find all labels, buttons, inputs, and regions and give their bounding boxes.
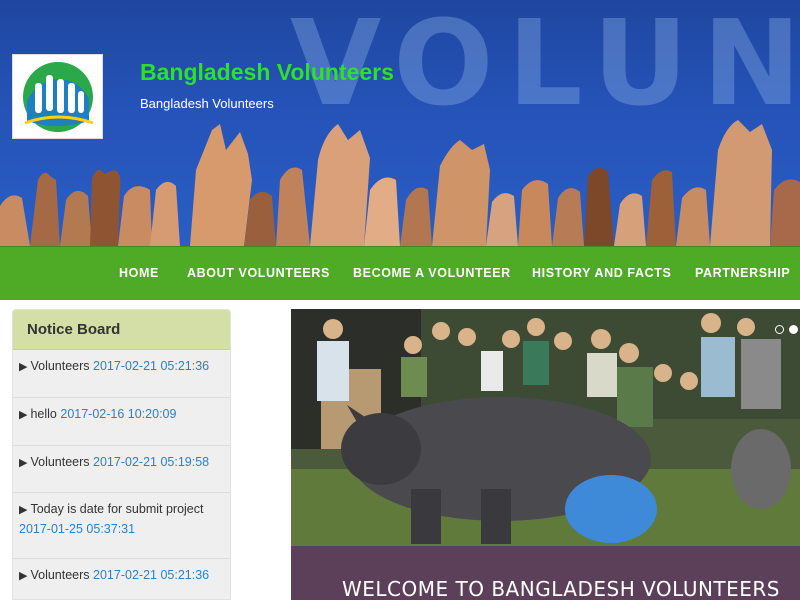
nav-about-volunteers[interactable]: ABOUT VOLUNTEERS (187, 266, 330, 280)
notice-text: Volunteers (30, 359, 90, 373)
notice-board-title: Notice Board (13, 310, 230, 350)
nav-home[interactable]: HOME (119, 266, 159, 280)
notice-item[interactable]: ▶ hello 2017-02-16 10:20:09 (13, 398, 230, 446)
slider-dot[interactable] (775, 325, 784, 334)
notice-date[interactable]: 2017-02-21 05:21:36 (93, 359, 209, 373)
notice-date[interactable]: 2017-02-16 10:20:09 (60, 407, 176, 421)
notice-text: Volunteers (30, 455, 90, 469)
notice-board: Notice Board ▶ Volunteers 2017-02-21 05:2… (12, 309, 231, 600)
notice-text: Today is date for submit project (30, 502, 204, 516)
notice-item[interactable]: ▶ Volunteers 2017-02-21 05:21:36 (13, 559, 230, 599)
nav-become-a-volunteer[interactable]: BECOME A VOLUNTEER (353, 266, 511, 280)
triangle-right-icon: ▶ (19, 457, 28, 469)
site-title[interactable]: Bangladesh Volunteers (140, 59, 394, 86)
site-subtitle: Bangladesh Volunteers (140, 96, 274, 111)
nav-history-and-facts[interactable]: HISTORY AND FACTS (532, 266, 671, 280)
notice-text: hello (30, 407, 57, 421)
image-slider[interactable]: WELCOME TO BANGLADESH VOLUNTEERS (291, 309, 800, 600)
triangle-right-icon: ▶ (19, 361, 28, 373)
slider-dot-active[interactable] (789, 325, 798, 334)
triangle-right-icon: ▶ (19, 570, 28, 582)
volunteers-with-rhino-photo (291, 309, 800, 546)
welcome-band: WELCOME TO BANGLADESH VOLUNTEERS (291, 546, 800, 600)
notice-item[interactable]: ▶ Today is date for submit project 2017-0… (13, 493, 230, 559)
raised-hands-image (0, 120, 800, 246)
notice-text: Volunteers (30, 568, 90, 582)
notice-date[interactable]: 2017-02-21 05:21:36 (93, 568, 209, 582)
welcome-heading: WELCOME TO BANGLADESH VOLUNTEERS (342, 577, 781, 600)
notice-date[interactable]: 2017-02-21 05:19:58 (93, 455, 209, 469)
nav-partnership[interactable]: PARTNERSHIP (695, 266, 790, 280)
main-nav: HOME ABOUT VOLUNTEERS BECOME A VOLUNTEER… (0, 246, 800, 300)
notice-item[interactable]: ▶ Volunteers 2017-02-21 05:21:36 (13, 350, 230, 398)
slider-dots (770, 321, 798, 339)
triangle-right-icon: ▶ (19, 504, 28, 516)
notice-item[interactable]: ▶ Volunteers 2017-02-21 05:19:58 (13, 446, 230, 493)
site-header: VOLUNTEERS Bangladesh Volunteers Banglad… (0, 0, 800, 246)
triangle-right-icon: ▶ (19, 409, 28, 421)
notice-date[interactable]: 2017-01-25 05:37:31 (19, 522, 135, 536)
